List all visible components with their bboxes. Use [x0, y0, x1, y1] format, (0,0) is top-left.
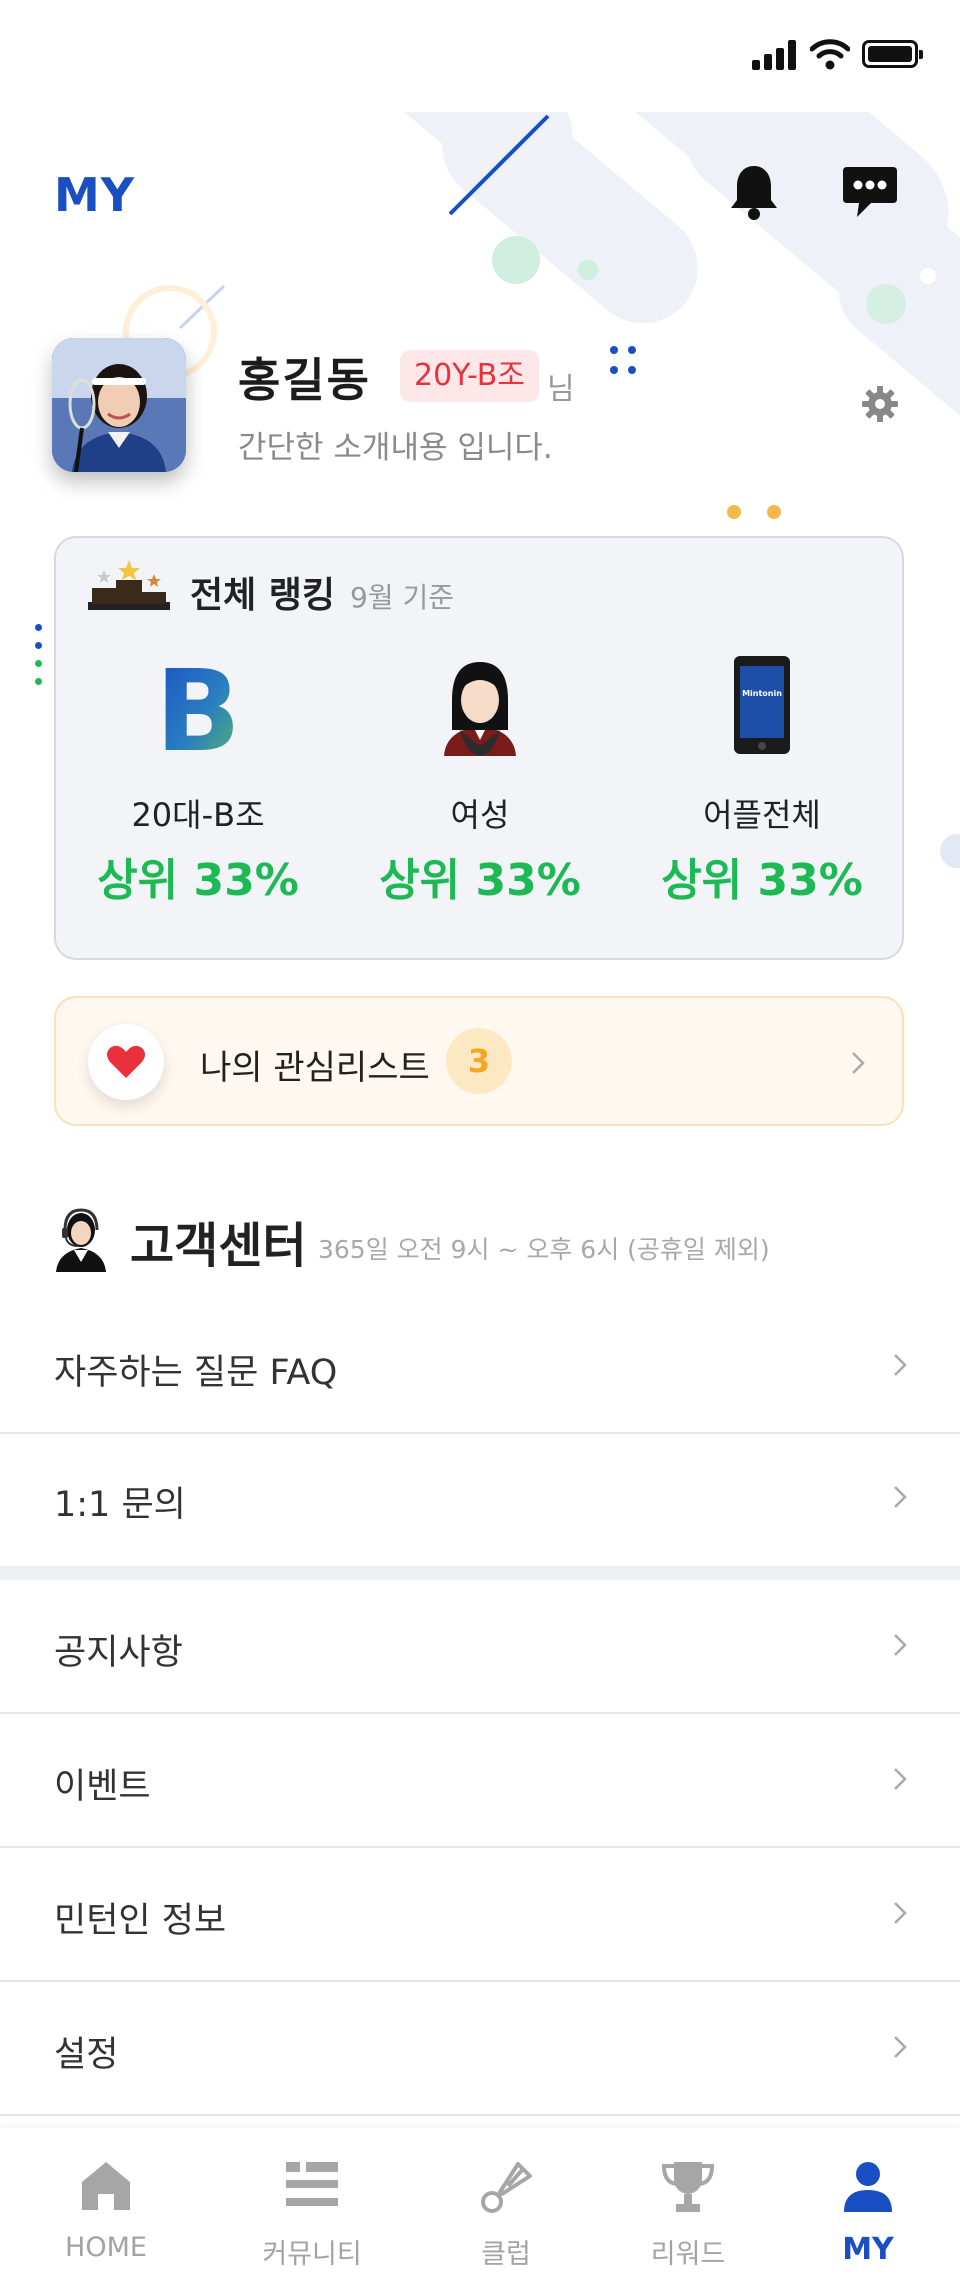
- chat-bubble-icon: [843, 167, 897, 217]
- tab-community[interactable]: 커뮤니티: [242, 2158, 382, 2271]
- section-divider: [0, 1566, 960, 1580]
- chevron-right-icon: [894, 1768, 907, 1790]
- profile-intro: 간단한 소개내용 입니다.: [238, 430, 553, 466]
- heart-icon: [107, 1045, 145, 1078]
- chevron-right-icon: [894, 2036, 907, 2058]
- side-dots: [35, 624, 42, 685]
- list-icon: [286, 2162, 338, 2206]
- ranking-value: 상위 33%: [97, 855, 299, 906]
- chevron-right-icon: [894, 1902, 907, 1924]
- ranking-title: 전체 랭킹: [190, 575, 336, 616]
- b-grade-icon: B: [155, 647, 240, 777]
- menu-item-label: 설정: [54, 2035, 119, 2075]
- ranking-label: 여성: [450, 796, 510, 834]
- ranking-label: 어플전체: [703, 796, 821, 834]
- tab-club[interactable]: 클럽: [436, 2158, 576, 2271]
- honorific-suffix: 님: [547, 372, 575, 407]
- watchlist-count: 3: [446, 1028, 512, 1094]
- chevron-right-icon: [894, 1486, 907, 1508]
- smartphone-icon: Mintonin: [734, 656, 790, 754]
- notification-button[interactable]: [722, 160, 786, 224]
- avatar[interactable]: [52, 338, 186, 472]
- customer-center-title: 고객센터: [130, 1218, 307, 1274]
- ranking-label: 20대-B조: [131, 796, 265, 834]
- ranking-item-app-total: Mintonin 어플전체 상위 33%: [622, 650, 902, 908]
- menu-item-faq[interactable]: 자주하는 질문 FAQ: [0, 1302, 960, 1434]
- customer-center-hours: 365일 오전 9시 ~ 오후 6시 (공휴일 제외): [318, 1235, 770, 1264]
- tab-label: 클럽: [481, 2239, 531, 2270]
- page-title: MY: [54, 168, 136, 222]
- menu-item-label: 이벤트: [54, 1767, 151, 1807]
- ranking-item-gender: 여성 상위 33%: [340, 650, 620, 908]
- tab-label: HOME: [65, 2232, 147, 2263]
- tab-label: 리워드: [650, 2239, 726, 2270]
- customer-service-icon: [56, 1208, 106, 1272]
- ranking-subtitle: 9월 기준: [350, 581, 454, 614]
- phone-screen-text: Mintonin: [742, 689, 782, 698]
- menu-item-notice[interactable]: 공지사항: [0, 1582, 960, 1714]
- signal-icon: [752, 40, 798, 70]
- menu-item-settings[interactable]: 설정: [0, 1984, 960, 2116]
- watchlist-label: 나의 관심리스트: [200, 1048, 430, 1088]
- tab-label: 커뮤니티: [262, 2239, 362, 2270]
- grade-badge: 20Y-B조: [400, 350, 539, 402]
- menu-item-label: 자주하는 질문 FAQ: [54, 1353, 338, 1393]
- battery-icon: [862, 40, 923, 68]
- edge-decoration: [940, 834, 960, 868]
- person-icon: [844, 2162, 892, 2212]
- gear-icon: [862, 386, 898, 422]
- chevron-right-icon: [894, 1634, 907, 1656]
- home-icon: [82, 2162, 130, 2210]
- menu-item-info[interactable]: 민턴인 정보: [0, 1850, 960, 1982]
- menu-item-label: 1:1 문의: [54, 1485, 186, 1525]
- svg-text:B: B: [155, 650, 240, 760]
- podium-icon: [88, 560, 170, 610]
- trophy-icon: [661, 2162, 715, 2212]
- bottom-tab-bar: HOME 커뮤니티 클럽 리워드 MY: [0, 2128, 960, 2286]
- tab-my[interactable]: MY: [798, 2158, 938, 2267]
- bell-icon: [731, 166, 777, 220]
- status-bar: [0, 0, 960, 112]
- chevron-right-icon: [852, 1052, 865, 1074]
- header-decoration: [123, 112, 960, 519]
- chevron-right-icon: [894, 1354, 907, 1376]
- ranking-value: 상위 33%: [379, 855, 581, 906]
- menu-item-inquiry[interactable]: 1:1 문의: [0, 1434, 960, 1566]
- tab-reward[interactable]: 리워드: [618, 2158, 758, 2271]
- user-name: 홍길동: [238, 353, 371, 407]
- ranking-item-age-group: B 20대-B조 상위 33%: [58, 647, 338, 908]
- message-button[interactable]: [838, 160, 902, 224]
- tab-label: MY: [842, 2232, 894, 2267]
- woman-icon: [444, 662, 516, 756]
- heart-badge: [88, 1024, 164, 1100]
- wifi-icon: [810, 39, 850, 70]
- menu-item-event[interactable]: 이벤트: [0, 1716, 960, 1848]
- ranking-value: 상위 33%: [661, 855, 863, 906]
- menu-item-label: 민턴인 정보: [54, 1901, 227, 1941]
- shuttlecock-icon: [481, 2162, 532, 2213]
- profile-settings-button[interactable]: [848, 372, 912, 436]
- menu-item-label: 공지사항: [54, 1633, 183, 1673]
- tab-home[interactable]: HOME: [36, 2158, 176, 2263]
